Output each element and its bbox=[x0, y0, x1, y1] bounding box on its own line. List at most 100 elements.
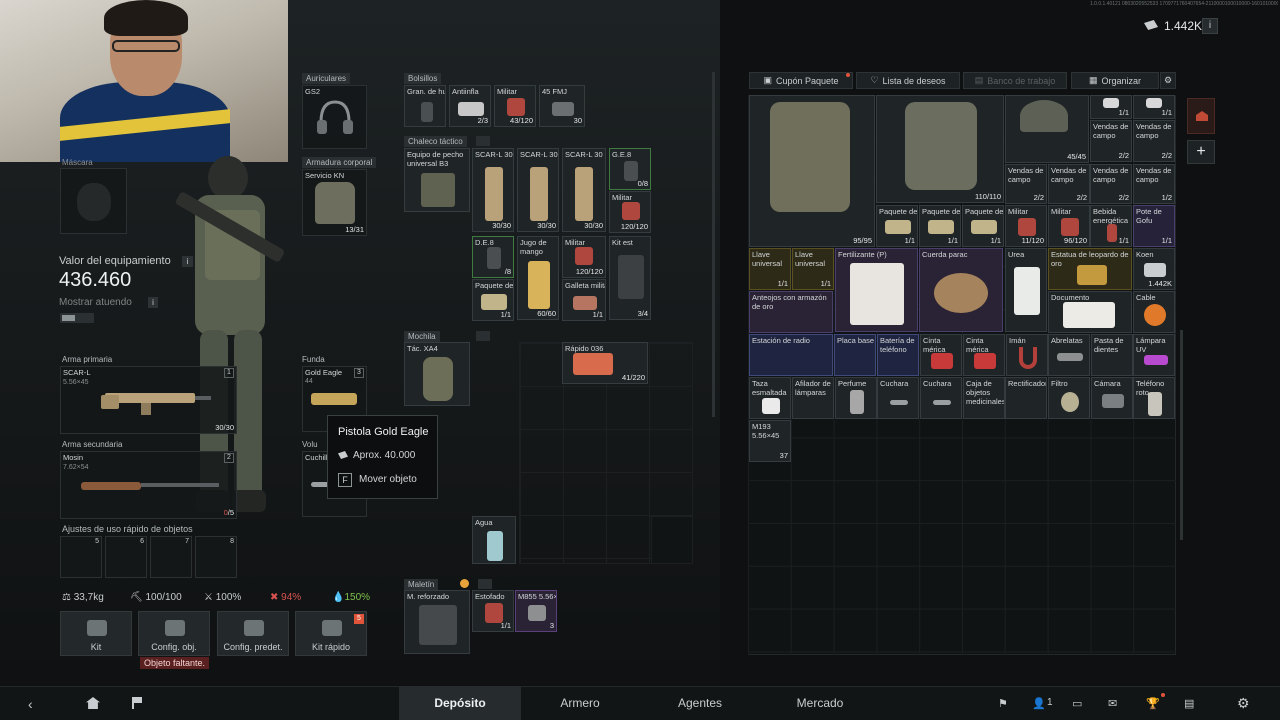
backpack-cell[interactable] bbox=[651, 516, 693, 564]
stash-item[interactable]: Vendas de campo 2/2 bbox=[1090, 120, 1132, 162]
config-predet-button[interactable]: Config. predet. bbox=[217, 611, 289, 656]
stash-item[interactable]: Vendas de campo 2/2 bbox=[1005, 164, 1047, 204]
stash-item[interactable]: Cable bbox=[1133, 291, 1175, 333]
backpack-item[interactable]: Rápido 036 41/220 bbox=[562, 342, 648, 384]
loadout-scrollbar[interactable] bbox=[712, 72, 715, 417]
stash-item[interactable]: Taza esmaltada bbox=[749, 377, 791, 419]
case-settings-icon[interactable] bbox=[478, 579, 492, 589]
stash-item[interactable]: Perfume bbox=[835, 377, 877, 419]
pocket-item[interactable]: Antiinfla 2/3 bbox=[449, 85, 491, 127]
stash-item[interactable]: M193 5.56×45 37 bbox=[749, 420, 791, 462]
stash-item[interactable]: Pasta de dientes bbox=[1091, 334, 1133, 376]
stash-item[interactable]: Placa base bbox=[834, 334, 876, 376]
case-item[interactable]: M855 5.56×45 3 bbox=[515, 590, 557, 632]
outfit-toggle[interactable] bbox=[60, 313, 94, 323]
stash-item[interactable]: Teléfono roto bbox=[1133, 377, 1175, 419]
stash-item[interactable]: Abrelatas bbox=[1048, 334, 1090, 376]
mask-slot[interactable] bbox=[60, 168, 127, 234]
stash-item[interactable]: 1/1 bbox=[1090, 95, 1132, 119]
vest-item[interactable]: Equipo de pecho universal B3 bbox=[404, 148, 470, 212]
quick-kit-button[interactable]: 5 Kit rápido bbox=[295, 611, 367, 656]
stash-item[interactable]: Llave universal 1/1 bbox=[792, 248, 834, 290]
value-info-icon[interactable]: i bbox=[182, 256, 193, 267]
stash-item[interactable]: Caja de objetos medicinales bbox=[963, 377, 1005, 419]
stash-item[interactable]: Cinta mérica bbox=[920, 334, 962, 376]
stash-item[interactable]: Cinta mérica bbox=[963, 334, 1005, 376]
quick-slot-5[interactable]: 5 bbox=[60, 536, 102, 578]
case-item[interactable]: Estofado 1/1 bbox=[472, 590, 514, 632]
stash-item[interactable]: Vendas de campo 2/2 bbox=[1048, 164, 1090, 204]
stash-item[interactable]: Llave universal 1/1 bbox=[749, 248, 791, 290]
stash-item[interactable]: Afilador de lámparas bbox=[792, 377, 834, 419]
stash-item[interactable]: Paquete de 1/1 bbox=[919, 205, 961, 247]
tab-mercado[interactable]: Mercado bbox=[760, 686, 880, 720]
stash-item[interactable]: Bebida energética 1/1 bbox=[1090, 205, 1132, 247]
stash-item[interactable]: 45/45 bbox=[1005, 95, 1089, 163]
tab-agentes[interactable]: Agentes bbox=[640, 686, 760, 720]
backpack-settings-icon[interactable] bbox=[476, 331, 490, 341]
stash-item[interactable]: Batería de teléfono bbox=[877, 334, 919, 376]
stash-item[interactable]: 1/1 bbox=[1133, 95, 1175, 119]
stash-item[interactable]: Koen 1.442K bbox=[1133, 248, 1175, 290]
workbench-button[interactable]: ▤ Banco de trabajo bbox=[963, 72, 1067, 89]
kit-item[interactable]: Kit est 3/4 bbox=[609, 236, 651, 320]
stash-item[interactable]: Vendas de campo 2/2 bbox=[1090, 164, 1132, 204]
magazine-item[interactable]: G.E.8 0/8 bbox=[609, 148, 651, 190]
tab-armero[interactable]: Armero bbox=[520, 686, 640, 720]
stash-item[interactable]: Paquete de 1/1 bbox=[962, 205, 1004, 247]
stash-item[interactable]: Vendas de campo 2/2 bbox=[1133, 120, 1175, 162]
primary-weapon-slot[interactable]: SCAR-L 5.56×45 1 30/30 bbox=[60, 366, 237, 434]
organize-button[interactable]: ▦ Organizar bbox=[1071, 72, 1159, 89]
ration-item[interactable]: Militar 120/120 bbox=[609, 191, 651, 233]
stash-item[interactable]: Filtro bbox=[1048, 377, 1090, 419]
pocket-item[interactable]: Militar 43/120 bbox=[494, 85, 536, 127]
stash-item[interactable]: Cuchara bbox=[877, 377, 919, 419]
coupon-package-button[interactable]: ▣ Cupón Paquete bbox=[749, 72, 853, 89]
info-button[interactable]: i bbox=[1202, 18, 1218, 34]
stash-item[interactable]: Estación de radio bbox=[749, 334, 833, 376]
tooltip-action[interactable]: Mover objeto bbox=[359, 474, 417, 485]
case-item[interactable]: M. reforzado bbox=[404, 590, 470, 654]
stash-item[interactable]: Militar 11/120 bbox=[1005, 205, 1047, 247]
squad-icon[interactable]: ⚑ bbox=[998, 697, 1008, 710]
backpack-item[interactable]: Agua bbox=[472, 516, 516, 564]
backpack-item[interactable]: Tác. XA4 bbox=[404, 342, 470, 406]
quick-slot-6[interactable]: 6 bbox=[105, 536, 147, 578]
wishlist-button[interactable]: ♡ Lista de deseos bbox=[856, 72, 960, 89]
stash-item[interactable]: Cuerda parac bbox=[919, 248, 1003, 332]
stash-item[interactable]: 95/95 bbox=[749, 95, 875, 247]
magazine-item[interactable]: SCAR-L 30 30/30 bbox=[472, 148, 514, 232]
secondary-weapon-slot[interactable]: Mosin 7.62×54 2 0/5 bbox=[60, 451, 237, 519]
stash-item[interactable]: Pote de Gofu 1/1 bbox=[1133, 205, 1175, 247]
config-obj-button[interactable]: Config. obj. bbox=[138, 611, 210, 656]
biscuit-item[interactable]: Galleta militar 1/1 bbox=[562, 279, 606, 321]
kit-button[interactable]: Kit bbox=[60, 611, 132, 656]
tab-deposito[interactable]: Depósito bbox=[400, 686, 520, 720]
stash-item[interactable]: Paquete de 1/1 bbox=[876, 205, 918, 247]
back-icon[interactable]: ‹ bbox=[28, 696, 33, 712]
friends-icon[interactable]: 👤 bbox=[1032, 697, 1046, 710]
stash-page-button[interactable] bbox=[1187, 98, 1215, 134]
juice-item[interactable]: Jugo de mango 60/60 bbox=[517, 236, 559, 320]
ration-item[interactable]: Militar 120/120 bbox=[562, 236, 606, 278]
pocket-item[interactable]: Gran. de humo bbox=[404, 85, 446, 127]
quick-slot-7[interactable]: 7 bbox=[150, 536, 192, 578]
outfit-info-icon[interactable]: i bbox=[148, 297, 158, 308]
pocket-item[interactable]: 45 FMJ 30 bbox=[539, 85, 585, 127]
notes-icon[interactable]: ▤ bbox=[1184, 697, 1194, 710]
vest-settings-icon[interactable] bbox=[476, 136, 490, 146]
stash-item[interactable]: Cuchara bbox=[920, 377, 962, 419]
stash-item[interactable]: 110/110 bbox=[876, 95, 1004, 203]
stash-item[interactable]: Imán bbox=[1006, 334, 1048, 376]
add-stash-page-button[interactable]: + bbox=[1187, 140, 1215, 164]
flag-icon[interactable] bbox=[132, 697, 142, 709]
headphones-slot[interactable]: GS2 bbox=[302, 85, 367, 149]
stash-item[interactable]: Estatua de leopardo de oro bbox=[1048, 248, 1132, 290]
stash-item[interactable]: Cámara bbox=[1091, 377, 1133, 419]
quick-slot-8[interactable]: 8 bbox=[195, 536, 237, 578]
settings-gear-icon[interactable]: ⚙ bbox=[1237, 695, 1250, 712]
stash-item[interactable]: Anteojos con armazón de oro bbox=[749, 291, 833, 333]
magazine-item[interactable]: D.E.8/8 bbox=[472, 236, 514, 278]
stash-item[interactable]: Fertilizante (P) bbox=[835, 248, 918, 332]
chat-icon[interactable]: ▭ bbox=[1072, 697, 1082, 710]
